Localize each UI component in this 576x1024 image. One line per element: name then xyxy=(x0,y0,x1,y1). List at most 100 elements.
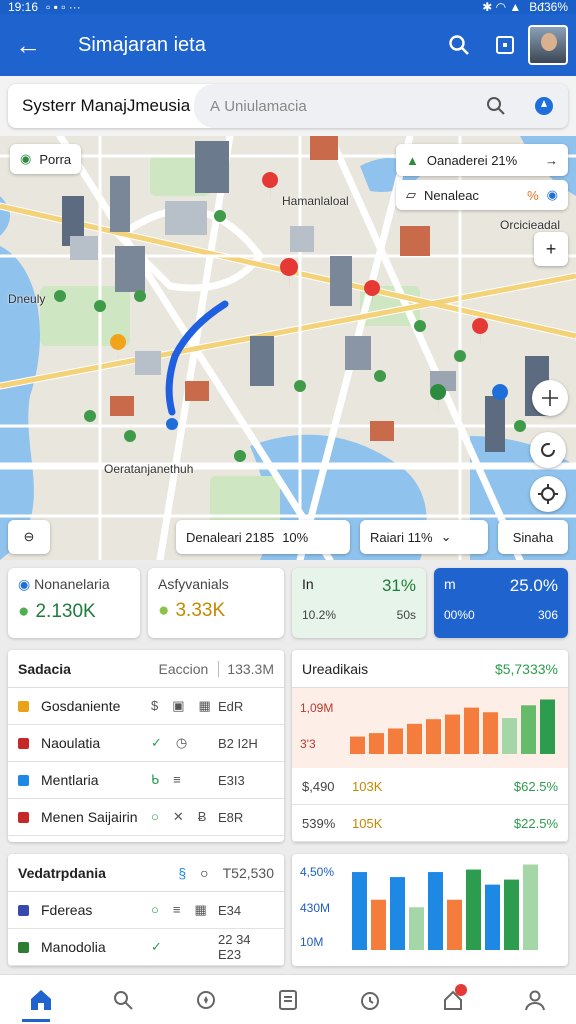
search-input[interactable]: A Uniulamacia xyxy=(194,84,472,128)
layers-button[interactable]: ⊖ xyxy=(8,520,50,554)
chevron-down-icon: ⌄ xyxy=(440,529,452,544)
list-item[interactable]: Gosdaniente $ ▣ ▦ EdR xyxy=(8,688,284,725)
stat-card-2-value: 3.33K xyxy=(175,600,226,621)
chart-1-y-label: 1,09M xyxy=(300,701,333,715)
zoom-in-button[interactable]: + xyxy=(534,232,568,266)
chart-1-row-right: $62.5% xyxy=(513,778,558,794)
clock-icon: ◷ xyxy=(175,735,188,750)
list-item[interactable]: Manodolia ✓ 22 34 E23 xyxy=(8,929,284,966)
chart-1-title: Ureadikais xyxy=(302,660,369,677)
chart-2-bar xyxy=(466,869,481,950)
map-label-4: Oeratanjanethuh xyxy=(104,462,194,476)
notifications-icon[interactable] xyxy=(433,980,473,1020)
chart-2-bar xyxy=(409,907,424,950)
document-icon[interactable] xyxy=(268,980,308,1020)
avatar[interactable] xyxy=(528,25,568,65)
chart-1-row-left: 539% xyxy=(302,815,336,831)
check-icon: ✓ xyxy=(151,939,162,954)
chart-1-bar xyxy=(369,733,384,754)
chart-1-canvas: 1,09M 3'3 xyxy=(292,688,568,768)
search-icon[interactable] xyxy=(436,34,482,56)
refresh-button[interactable] xyxy=(530,432,566,468)
color-marker xyxy=(18,811,29,823)
city-map[interactable]: ◉ Porra ▲ Oanaderei 21% → ▱ Nenaleac % ◉… xyxy=(0,136,576,560)
list-item[interactable]: Fdereas ○ ≡ ▦ E34 xyxy=(8,892,284,929)
check-icon: ✓ xyxy=(151,735,162,750)
list-item[interactable]: Naoulatia ✓ ◷ B2 I2H xyxy=(8,725,284,762)
chart-1-row-mid: 103K xyxy=(352,778,383,794)
chart-1-bar xyxy=(483,712,498,754)
list-item-code: EdR xyxy=(218,698,244,714)
chart-2-bar xyxy=(447,899,462,950)
circle-icon: ○ xyxy=(151,809,159,824)
stat-card-1-title: Nonanelaria xyxy=(34,576,110,592)
home-icon[interactable] xyxy=(21,980,61,1020)
list-item-name: Manodolia xyxy=(41,939,106,955)
search-row: Systerr ManajJmeusia A Uniulamacia xyxy=(0,76,576,136)
search-icon[interactable] xyxy=(103,980,143,1020)
list-item-code: E8R xyxy=(218,809,244,825)
notification-icons: ▫ ▪ ▫ ··· xyxy=(46,0,81,14)
star-icon: ● xyxy=(158,600,170,621)
map-chip-2[interactable]: ▱ Nenaleac % ◉ xyxy=(396,180,568,210)
row-action-icons: ○ ≡ ▦ xyxy=(151,902,218,918)
place-chip-label: Porra xyxy=(39,151,72,167)
chart-2-y-label: 4,50% xyxy=(300,865,334,879)
list-panel-1-title: Sadacia xyxy=(18,660,71,677)
map-chip-1-label: Oanaderei 21% xyxy=(426,152,518,168)
row-action-icons: ✓ xyxy=(151,939,218,955)
history-icon[interactable] xyxy=(350,980,390,1020)
list-panel-1-tag: Eaccion xyxy=(158,660,209,677)
window-icon[interactable] xyxy=(482,35,528,55)
stat-card-3-title: In xyxy=(302,576,314,592)
stat-card-2[interactable]: Asfyvanials ● 3.33K xyxy=(148,568,284,638)
chart-2-bar xyxy=(523,864,538,950)
profile-icon[interactable] xyxy=(515,980,555,1020)
compass-button[interactable] xyxy=(532,380,568,416)
tag-icon: Ƀ xyxy=(197,809,207,824)
list-item-name: Mentlaria xyxy=(41,772,99,788)
status-bar: 19:16 ▫ ▪ ▫ ··· ✱ ◠ ▲ Bđ36% xyxy=(0,0,576,14)
map-filter-chip-1-value: 10% xyxy=(282,529,309,545)
chart-panel-2: 4,50% 430M 10M xyxy=(292,854,568,966)
map-chip-2-value: % xyxy=(527,187,539,203)
back-arrow-icon[interactable]: ← xyxy=(0,30,56,61)
chart-2-bar xyxy=(371,899,386,950)
explore-icon[interactable] xyxy=(186,980,226,1020)
list-item-name: Menen Saijairin xyxy=(41,809,138,825)
system-label: Systerr ManajJmeusia xyxy=(22,96,191,115)
chart-2-bar xyxy=(390,877,405,950)
map-filter-chip-3[interactable]: Sinaha xyxy=(498,520,568,554)
chart-panel-1: Ureadikais $5,7333% 1,09M 3'3 $,490 103K $6… xyxy=(292,650,568,842)
chart-1-bar xyxy=(407,723,422,754)
search-icon[interactable] xyxy=(472,84,520,128)
map-filter-chip-1[interactable]: Denaleari 2185 10% xyxy=(176,520,350,554)
leaf-icon: ᑲ xyxy=(151,772,160,787)
list-item[interactable]: Menen Saijairin ○ ✕ Ƀ E8R xyxy=(8,799,284,836)
leaf-icon: ● xyxy=(18,601,30,622)
signal-icons: ✱ ◠ ▲ xyxy=(482,0,522,14)
map-label-3: Dneuly xyxy=(8,292,46,306)
chart-1-row: $,490 103K $62.5% xyxy=(292,768,568,805)
my-location-button[interactable] xyxy=(530,476,566,512)
search-bar: Systerr ManajJmeusia A Uniulamacia xyxy=(8,84,568,128)
stat-card-3[interactable]: In 31% 10.2% 50s xyxy=(292,568,426,638)
chart-1-y-label: 3'3 xyxy=(300,737,316,751)
place-chip[interactable]: ◉ Porra xyxy=(10,144,82,174)
bottom-nav xyxy=(0,974,576,1024)
arrow-right-icon: → xyxy=(545,152,558,168)
list-item[interactable]: Mentlaria ᑲ ≡ E3I3 xyxy=(8,762,284,799)
list-item-code: B2 I2H xyxy=(218,735,258,751)
stat-card-1[interactable]: ◉ Nonanelaria ● 2.130K xyxy=(8,568,140,638)
list-item-name: Gosdaniente xyxy=(41,698,121,714)
list-item-code: E3I3 xyxy=(218,772,245,788)
color-marker xyxy=(18,941,29,953)
stat-card-4[interactable]: m 25.0% 00%0 306 xyxy=(434,568,568,638)
map-chip-1[interactable]: ▲ Oanaderei 21% → xyxy=(396,144,568,176)
status-battery: Bđ36% xyxy=(529,0,568,14)
location-info-icon[interactable] xyxy=(520,84,568,128)
map-filter-chip-3-label: Sinaha xyxy=(512,529,554,545)
chart-2-bar xyxy=(428,872,443,950)
map-filter-chip-2[interactable]: Raiari 11% ⌄ xyxy=(360,520,488,554)
stat-card-4-sub2: 306 xyxy=(537,608,558,622)
